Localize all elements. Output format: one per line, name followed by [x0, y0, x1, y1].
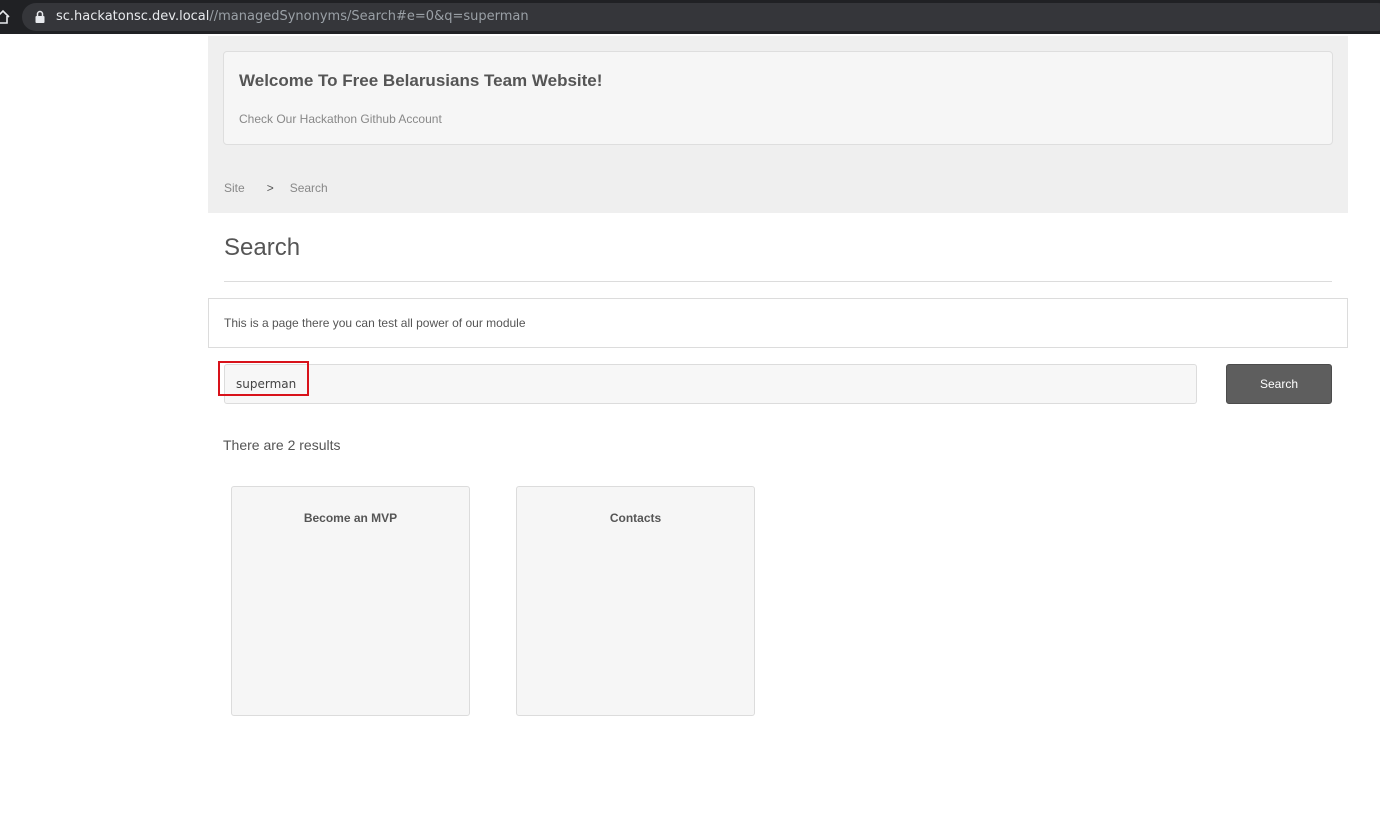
breadcrumb: Site > Search: [224, 181, 328, 195]
result-card-contacts[interactable]: Contacts: [516, 486, 755, 716]
browser-toolbar: sc.hackatonsc.dev.local//managedSynonyms…: [0, 0, 1380, 34]
github-link[interactable]: Check Our Hackathon Github Account: [239, 112, 442, 126]
result-title: Contacts: [609, 511, 662, 525]
search-input[interactable]: [224, 364, 1197, 404]
title-divider: [224, 281, 1332, 282]
search-button[interactable]: Search: [1226, 364, 1332, 404]
home-icon[interactable]: [0, 9, 10, 25]
breadcrumb-item-site[interactable]: Site: [224, 181, 245, 195]
welcome-panel: Welcome To Free Belarusians Team Website…: [223, 51, 1333, 145]
url-path: //managedSynonyms/Search#e=0&q=superman: [209, 9, 529, 24]
intro-text: This is a page there you can test all po…: [224, 316, 526, 330]
site-header: Welcome To Free Belarusians Team Website…: [208, 36, 1348, 213]
breadcrumb-item-search: Search: [289, 181, 328, 195]
welcome-title: Welcome To Free Belarusians Team Website…: [239, 71, 603, 90]
url-host: sc.hackatonsc.dev.local: [56, 9, 210, 24]
result-card-become-an-mvp[interactable]: Become an MVP: [231, 486, 470, 716]
intro-panel: This is a page there you can test all po…: [208, 298, 1348, 348]
lock-icon: [35, 10, 45, 23]
address-bar[interactable]: sc.hackatonsc.dev.local//managedSynonyms…: [22, 3, 1380, 31]
result-title: Become an MVP: [303, 511, 398, 525]
page-title: Search: [224, 234, 301, 261]
url-text: sc.hackatonsc.dev.local//managedSynonyms…: [56, 9, 529, 25]
breadcrumb-separator: >: [266, 181, 274, 195]
results-count: There are 2 results: [223, 437, 341, 453]
